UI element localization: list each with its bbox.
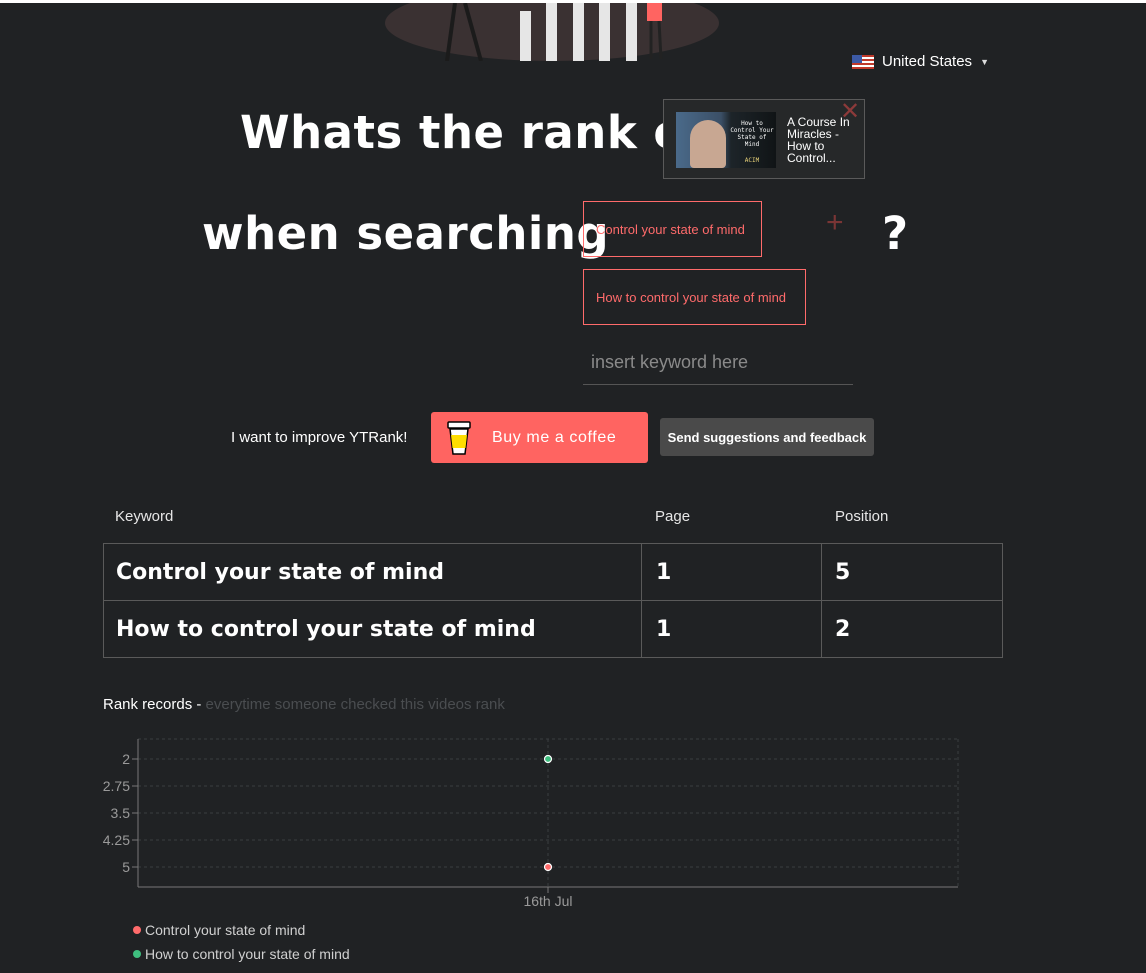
table-header-keyword: Keyword (115, 508, 174, 525)
y-tick-label: 2.75 (103, 778, 130, 794)
legend-label: Control your state of mind (145, 922, 306, 938)
keyword-chip[interactable]: How to control your state of mind (583, 269, 806, 325)
buy-coffee-label: Buy me a coffee (492, 428, 617, 446)
keyword-chip[interactable]: Control your state of mind (583, 201, 762, 257)
table-cell-keyword: How to control your state of mind (104, 601, 642, 657)
rank-table: Control your state of mind 1 5 How to co… (103, 543, 1003, 658)
table-cell-position: 5 (835, 559, 851, 585)
table-cell-page: 1 (642, 544, 822, 600)
data-point (543, 862, 553, 872)
legend-item[interactable]: Control your state of mind (133, 922, 305, 938)
improve-text: I want to improve YTRank! (231, 429, 408, 446)
thumbnail-subtext: ACIM (744, 157, 760, 164)
page-title-line1: Whats the rank of (240, 106, 705, 159)
y-tick-label: 2 (122, 751, 130, 767)
table-cell-page: 1 (642, 601, 822, 657)
table-header-page: Page (655, 508, 691, 525)
caret-down-icon: ▼ (980, 56, 989, 67)
legend-marker (133, 926, 141, 934)
data-point (543, 754, 553, 764)
feedback-button[interactable]: Send suggestions and feedback (660, 418, 874, 456)
plus-icon[interactable]: + (826, 206, 844, 240)
y-tick-label: 4.25 (103, 832, 130, 848)
thumbnail-person (690, 120, 726, 168)
header-illustration (385, 3, 719, 61)
rank-chart: 2 2.75 3.5 4.25 5 16th Jul (103, 738, 959, 909)
buy-coffee-button[interactable]: Buy me a coffee (431, 412, 648, 463)
coffee-cup-icon (447, 420, 471, 455)
country-selector[interactable]: United States ▼ (852, 53, 989, 70)
legend-label: How to control your state of mind (145, 946, 350, 962)
rank-records-title: Rank records - (103, 696, 202, 713)
legend-marker (133, 950, 141, 958)
selected-video-card[interactable]: How to Control Your State of Mind ACIM A… (663, 99, 865, 179)
table-header-position: Position (835, 508, 889, 525)
table-row: Control your state of mind 1 5 (104, 544, 1002, 601)
rank-records-subtitle: everytime someone checked this videos ra… (205, 696, 505, 713)
country-label: United States (882, 53, 973, 70)
close-icon[interactable]: ✕ (840, 100, 860, 124)
thumbnail-text: How to Control Your State of Mind (730, 120, 774, 148)
page-title-line2: when searching (202, 207, 610, 260)
question-mark: ? (882, 207, 909, 260)
y-tick-label: 5 (122, 859, 130, 875)
video-thumbnail: How to Control Your State of Mind ACIM (676, 112, 776, 168)
table-cell-position: 2 (835, 616, 851, 642)
table-cell-keyword: Control your state of mind (104, 544, 642, 600)
keyword-input[interactable] (583, 341, 853, 385)
us-flag-icon (852, 54, 874, 69)
table-row: How to control your state of mind 1 2 (104, 601, 1002, 657)
rank-records-heading: Rank records - everytime someone checked… (103, 696, 505, 713)
legend-item[interactable]: How to control your state of mind (133, 946, 350, 962)
y-tick-label: 3.5 (111, 805, 131, 821)
x-tick-label: 16th Jul (523, 893, 572, 909)
